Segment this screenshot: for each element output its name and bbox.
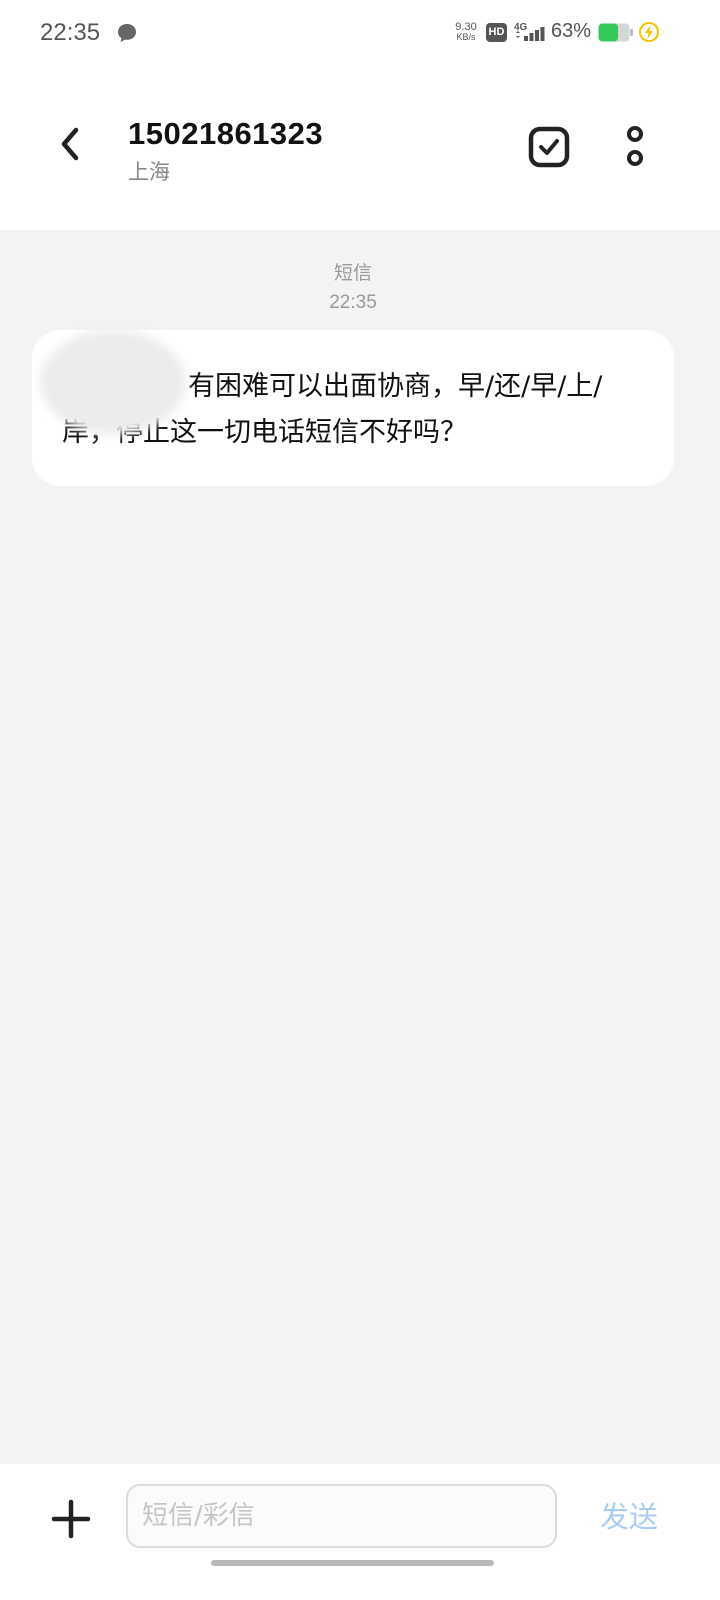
message-time: 22:35 <box>329 292 377 313</box>
more-options-button[interactable] <box>612 122 658 172</box>
redaction-blur <box>48 338 178 426</box>
more-vertical-icon <box>627 126 643 166</box>
signal-4g-icon: 4G <box>513 21 547 43</box>
checkbox-select-icon <box>528 126 570 168</box>
plus-icon <box>51 1499 91 1539</box>
network-speed-value: 9.30 <box>455 21 477 33</box>
message-input[interactable] <box>126 1484 557 1548</box>
battery-percent: 63% <box>551 20 592 42</box>
status-time: 22:35 <box>40 19 101 46</box>
send-button[interactable]: 发送 <box>584 1492 674 1542</box>
compose-bar: 发送 <box>0 1464 720 1600</box>
select-messages-button[interactable] <box>524 122 574 172</box>
status-bar: 22:35 9.30 KB/s HD 4G 63% <box>0 0 720 66</box>
message-type: 短信 <box>333 262 372 284</box>
home-indicator[interactable] <box>211 1560 494 1566</box>
add-attachment-button[interactable] <box>46 1494 96 1544</box>
contact-number: 15021861323 <box>128 116 324 151</box>
hd-icon: HD <box>486 23 507 42</box>
back-arrow-icon <box>61 127 79 161</box>
conversation-area[interactable]: 短信 22:35 有困难可以出面协商，早/还/早/上/岸，停止这一切电话短信不好… <box>0 230 720 1464</box>
network-speed: 9.30 KB/s <box>452 21 480 43</box>
network-type-label: 4G <box>514 22 528 33</box>
conversation-header: 15021861323 上海 <box>0 66 720 230</box>
charging-icon <box>638 21 660 43</box>
battery-icon <box>598 23 634 42</box>
message-meta: 短信 22:35 <box>0 258 706 318</box>
message-bubble[interactable]: 有困难可以出面协商，早/还/早/上/岸，停止这一切电话短信不好吗？ <box>32 330 674 486</box>
message-notification-icon <box>116 22 138 44</box>
network-speed-unit: KB/s <box>456 32 476 42</box>
contact-location: 上海 <box>128 160 170 184</box>
back-button[interactable] <box>46 120 94 168</box>
